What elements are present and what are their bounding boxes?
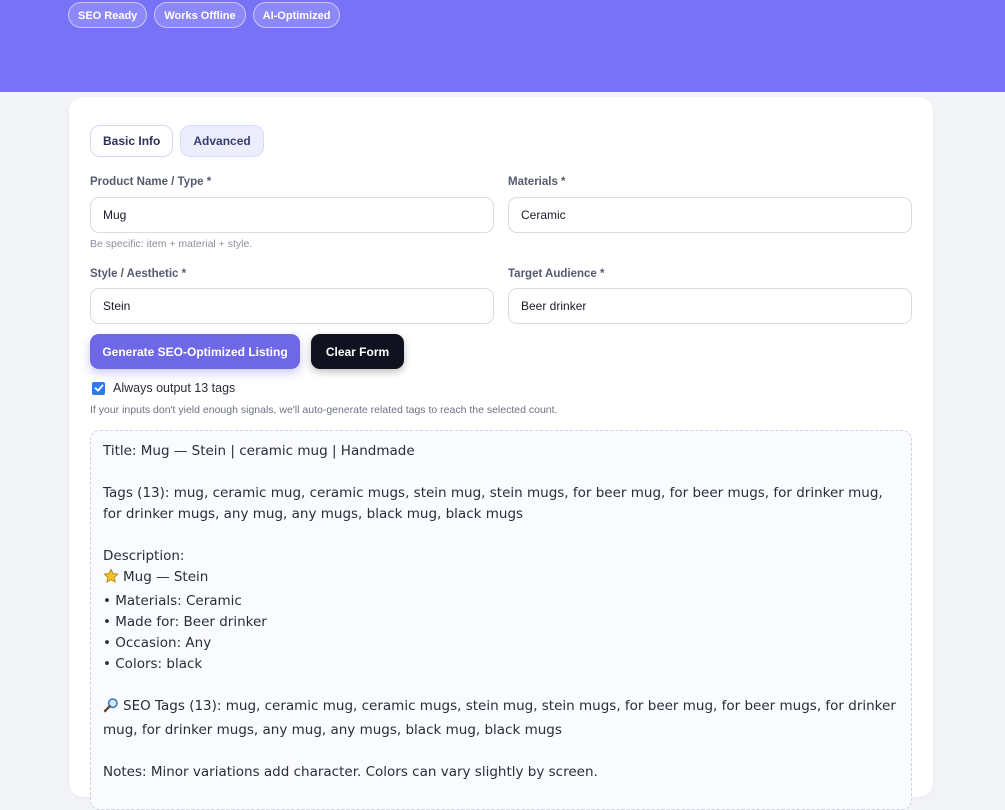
always-13-tags-label: Always output 13 tags	[113, 381, 236, 395]
header-banner: SEO Ready Works Offline AI-Optimized	[0, 0, 1005, 92]
tab-bar: Basic Info Advanced	[90, 125, 264, 157]
output-bullet-occasion: • Occasion: Any	[103, 635, 212, 651]
output-title-line: Title: Mug — Stein | ceramic mug | Handm…	[103, 443, 415, 459]
badge-ai-optimized: AI-Optimized	[252, 2, 341, 28]
product-name-label: Product Name / Type *	[90, 176, 212, 188]
clear-form-button[interactable]: Clear Form	[311, 334, 404, 369]
auto-tags-note: If your inputs don't yield enough signal…	[90, 404, 558, 416]
description-headline-text: Mug — Stein	[123, 569, 209, 585]
seo-tags-text: SEO Tags (13): mug, ceramic mug, ceramic…	[103, 698, 896, 738]
product-name-hint: Be specific: item + material + style.	[90, 238, 253, 250]
tab-basic-info[interactable]: Basic Info	[90, 125, 174, 157]
product-name-input[interactable]	[90, 197, 494, 233]
output-bullet-colors: • Colors: black	[103, 656, 203, 672]
generated-listing-output[interactable]: Title: Mug — Stein | ceramic mug | Handm…	[90, 430, 912, 810]
output-notes-line: Notes: Minor variations add character. C…	[103, 764, 598, 780]
output-description-headline: Mug — Stein	[103, 567, 899, 591]
audience-input[interactable]	[508, 288, 912, 324]
always-13-tags-checkbox[interactable]	[92, 381, 105, 395]
always-13-tags-option: Always output 13 tags	[92, 381, 235, 395]
star-icon	[103, 568, 119, 591]
output-bullet-materials: • Materials: Ceramic	[103, 593, 242, 609]
style-label: Style / Aesthetic *	[90, 268, 187, 280]
checkmark-icon	[94, 384, 103, 392]
audience-label: Target Audience *	[508, 268, 605, 280]
magnifier-icon	[103, 697, 119, 720]
feature-badges: SEO Ready Works Offline AI-Optimized	[68, 2, 341, 28]
badge-works-offline: Works Offline	[154, 2, 246, 28]
tab-advanced[interactable]: Advanced	[180, 125, 264, 157]
output-bullet-made-for: • Made for: Beer drinker	[103, 614, 267, 630]
generate-listing-button[interactable]: Generate SEO-Optimized Listing	[90, 334, 300, 369]
badge-seo-ready: SEO Ready	[68, 2, 148, 28]
materials-label: Materials *	[508, 176, 566, 188]
output-description-heading: Description:	[103, 548, 185, 564]
materials-input[interactable]	[508, 197, 912, 233]
output-tags-line: Tags (13): mug, ceramic mug, ceramic mug…	[103, 485, 883, 522]
output-seo-tags-line: SEO Tags (13): mug, ceramic mug, ceramic…	[103, 696, 899, 741]
style-input[interactable]	[90, 288, 494, 324]
listing-form-card: Basic Info Advanced Product Name / Type …	[69, 97, 933, 810]
